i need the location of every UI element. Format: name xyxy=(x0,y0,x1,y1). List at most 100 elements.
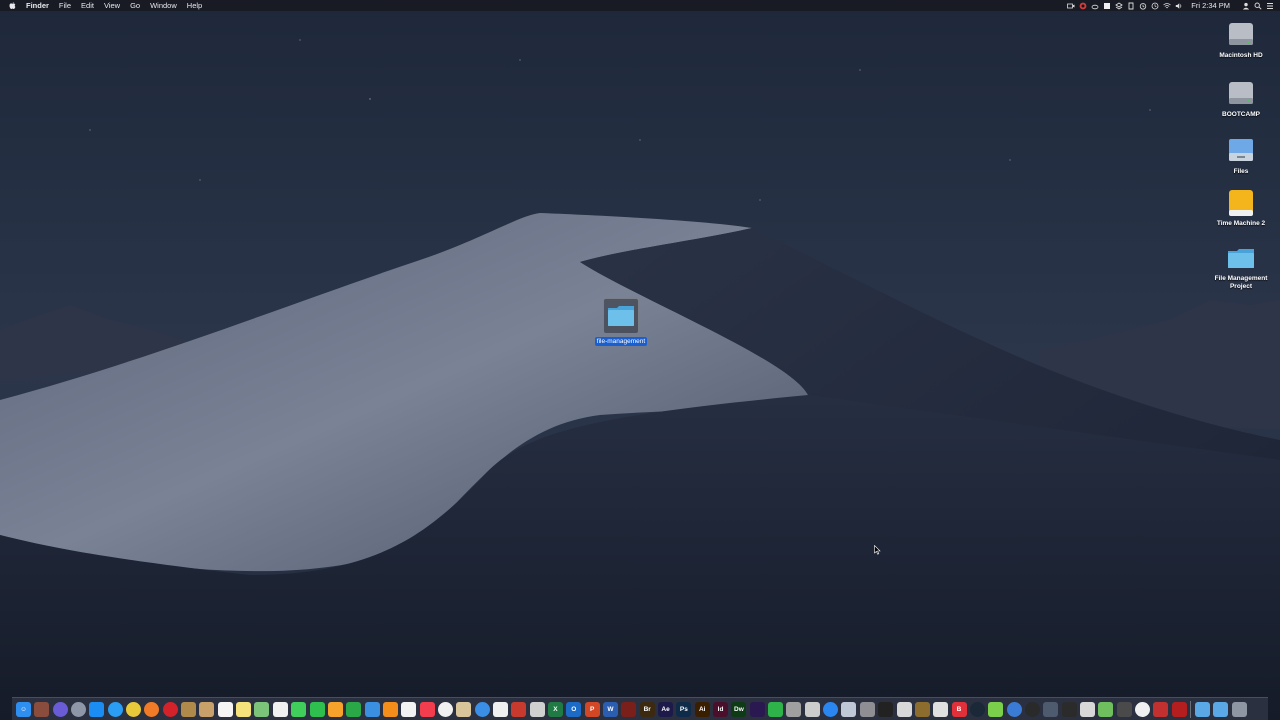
mojave-wallpaper xyxy=(0,0,1280,720)
selection-highlight xyxy=(603,298,639,334)
dock-app-outline-icon[interactable] xyxy=(529,701,545,717)
menu-window[interactable]: Window xyxy=(150,0,177,11)
wifi-icon[interactable] xyxy=(1163,2,1171,10)
spotlight-search-icon[interactable] xyxy=(1254,2,1262,10)
menu-file[interactable]: File xyxy=(59,0,71,11)
dock-app-quicktime-icon[interactable] xyxy=(474,701,490,717)
desktop-icon-label: Files xyxy=(1233,168,1249,175)
dock-app-numbers-icon[interactable] xyxy=(346,701,362,717)
dock-app-safari-icon[interactable] xyxy=(107,701,123,717)
apple-logo-icon[interactable] xyxy=(9,1,17,10)
dock-app-clipboard-icon[interactable] xyxy=(933,701,949,717)
dock-app-dreamweaver-icon[interactable]: Dw xyxy=(731,701,747,717)
dock-app-app-store-icon[interactable] xyxy=(823,701,839,717)
alarm-icon[interactable] xyxy=(1139,2,1147,10)
dock-app-photos-icon[interactable] xyxy=(272,701,288,717)
dock-app-evernote-icon[interactable] xyxy=(768,701,784,717)
dock-app-firefox-icon[interactable] xyxy=(144,701,160,717)
dock-app-pen-tool-icon[interactable] xyxy=(896,701,912,717)
menu-edit[interactable]: Edit xyxy=(81,0,94,11)
dock-app-monitor-app-icon[interactable] xyxy=(1043,701,1059,717)
dock-app-bird-app-icon[interactable] xyxy=(988,701,1004,717)
dock-app-chrome-icon[interactable] xyxy=(126,701,142,717)
box-icon[interactable] xyxy=(1115,1,1124,10)
file-management-project-folder[interactable]: File Management Project xyxy=(1211,243,1271,291)
dock-app-maps-icon[interactable] xyxy=(254,701,270,717)
creative-cloud-icon[interactable] xyxy=(1079,2,1087,10)
dock-app-terminal-icon[interactable] xyxy=(878,701,894,717)
dock-app-screen-capture-icon[interactable] xyxy=(786,701,802,717)
dock-app-music-icon[interactable] xyxy=(437,701,453,717)
menu-finder[interactable]: Finder xyxy=(26,0,49,11)
dock-app-bear-b-icon[interactable]: B xyxy=(951,701,967,717)
dock-app-preview-icon[interactable] xyxy=(401,701,417,717)
dock-app-opera-icon[interactable] xyxy=(162,701,178,717)
volume-icon[interactable] xyxy=(1175,2,1183,10)
dock-app-illustrator-icon[interactable]: Ai xyxy=(694,701,710,717)
camera-icon[interactable] xyxy=(1067,2,1075,10)
dock-app-indesign-icon[interactable]: Id xyxy=(713,701,729,717)
dock-app-system-preferences-icon[interactable] xyxy=(859,701,875,717)
dock-app-soccer-app-icon[interactable] xyxy=(1134,701,1150,717)
dock-app-handy-tool-icon[interactable] xyxy=(914,701,930,717)
cloud-icon[interactable] xyxy=(1091,2,1099,10)
dock-app-excel-icon[interactable]: X xyxy=(547,701,563,717)
dock-app-mail-icon[interactable] xyxy=(841,701,857,717)
time-machine-icon[interactable] xyxy=(1151,2,1159,10)
bootcamp-drive[interactable]: BOOTCAMP xyxy=(1211,79,1271,119)
dock-app-facetime-icon[interactable] xyxy=(309,701,325,717)
dock-trash-icon[interactable] xyxy=(1231,701,1247,717)
menu-help[interactable]: Help xyxy=(187,0,202,11)
backblaze-icon[interactable] xyxy=(1127,2,1135,10)
dock-app-messages-icon[interactable] xyxy=(291,701,307,717)
dock-app-after-effects-icon[interactable]: Ae xyxy=(658,701,674,717)
dock-app-pages-icon[interactable] xyxy=(327,701,343,717)
dock-app-acrobat-icon[interactable] xyxy=(621,701,637,717)
dock-app-bridge-icon[interactable]: Br xyxy=(639,701,655,717)
menu-bar-clock[interactable]: Fri 2:34 PM xyxy=(1191,0,1230,11)
desktop[interactable]: Finder File Edit View Go Window Help Fri… xyxy=(0,0,1280,720)
dock-app-stopwatch-icon[interactable] xyxy=(1024,701,1040,717)
file-management-folder[interactable]: file-management xyxy=(591,298,651,346)
menu-go[interactable]: Go xyxy=(130,0,140,11)
dock-app-calculator-icon[interactable] xyxy=(1116,701,1132,717)
mouse-pointer-icon xyxy=(874,545,881,555)
user-icon[interactable] xyxy=(1242,2,1250,10)
dock-app-activity-monitor-icon[interactable] xyxy=(1061,701,1077,717)
dock-app-photoshop-icon[interactable]: Ps xyxy=(676,701,692,717)
dock-app-contacts-icon[interactable] xyxy=(199,701,215,717)
dock-app-folder-tool-icon[interactable] xyxy=(456,701,472,717)
dock-app-script-editor-icon[interactable] xyxy=(804,701,820,717)
dock-app-calendar-icon[interactable] xyxy=(217,701,233,717)
dock-app-sheet-app-icon[interactable] xyxy=(1098,701,1114,717)
files-drive[interactable]: Files xyxy=(1211,136,1271,176)
dock-app-pdf-reader-icon[interactable] xyxy=(1171,701,1187,717)
dock-app-word-icon[interactable]: W xyxy=(603,701,618,717)
dock-app-xcode-hammer-icon[interactable] xyxy=(511,701,527,717)
dock-app-printer-app-icon[interactable] xyxy=(1079,701,1095,717)
dock-app-launchpad-icon[interactable] xyxy=(71,701,87,717)
dock-app-finder-icon[interactable]: ☺ xyxy=(16,701,31,717)
dock-app-notes-icon[interactable] xyxy=(236,701,252,717)
dock-app-textedit-icon[interactable] xyxy=(492,701,508,717)
dock-app-outlook-icon[interactable]: O xyxy=(566,701,582,717)
dock-documents-folder-icon[interactable] xyxy=(1213,701,1229,717)
dock-app-siri-icon[interactable] xyxy=(52,701,68,717)
time-machine-drive[interactable]: Time Machine 2 xyxy=(1211,188,1271,228)
dock-app-ibooks-icon[interactable] xyxy=(382,701,398,717)
dropbox-icon[interactable] xyxy=(1103,2,1111,10)
dock-app-app-store-blue-icon[interactable] xyxy=(89,701,105,717)
dock-app-news-icon[interactable] xyxy=(419,701,435,717)
dock-app-powerpoint-icon[interactable]: P xyxy=(584,701,600,717)
dock-app-photo-booth-icon[interactable] xyxy=(34,701,50,717)
dock-downloads-folder-icon[interactable] xyxy=(1195,701,1210,717)
dock-app-keynote-icon[interactable] xyxy=(364,701,380,717)
macintosh-hd-drive[interactable]: Macintosh HD xyxy=(1211,20,1271,60)
menu-view[interactable]: View xyxy=(104,0,120,11)
dock-app-globe-app-icon[interactable] xyxy=(1006,701,1022,717)
dock-app-premiere-icon[interactable] xyxy=(749,701,765,717)
dock-app-sharp-tool-icon[interactable] xyxy=(1153,701,1169,717)
dock-app-steam-icon[interactable] xyxy=(969,701,985,717)
notification-center-icon[interactable] xyxy=(1266,2,1274,10)
dock-app-notes-brown-icon[interactable] xyxy=(181,701,197,717)
